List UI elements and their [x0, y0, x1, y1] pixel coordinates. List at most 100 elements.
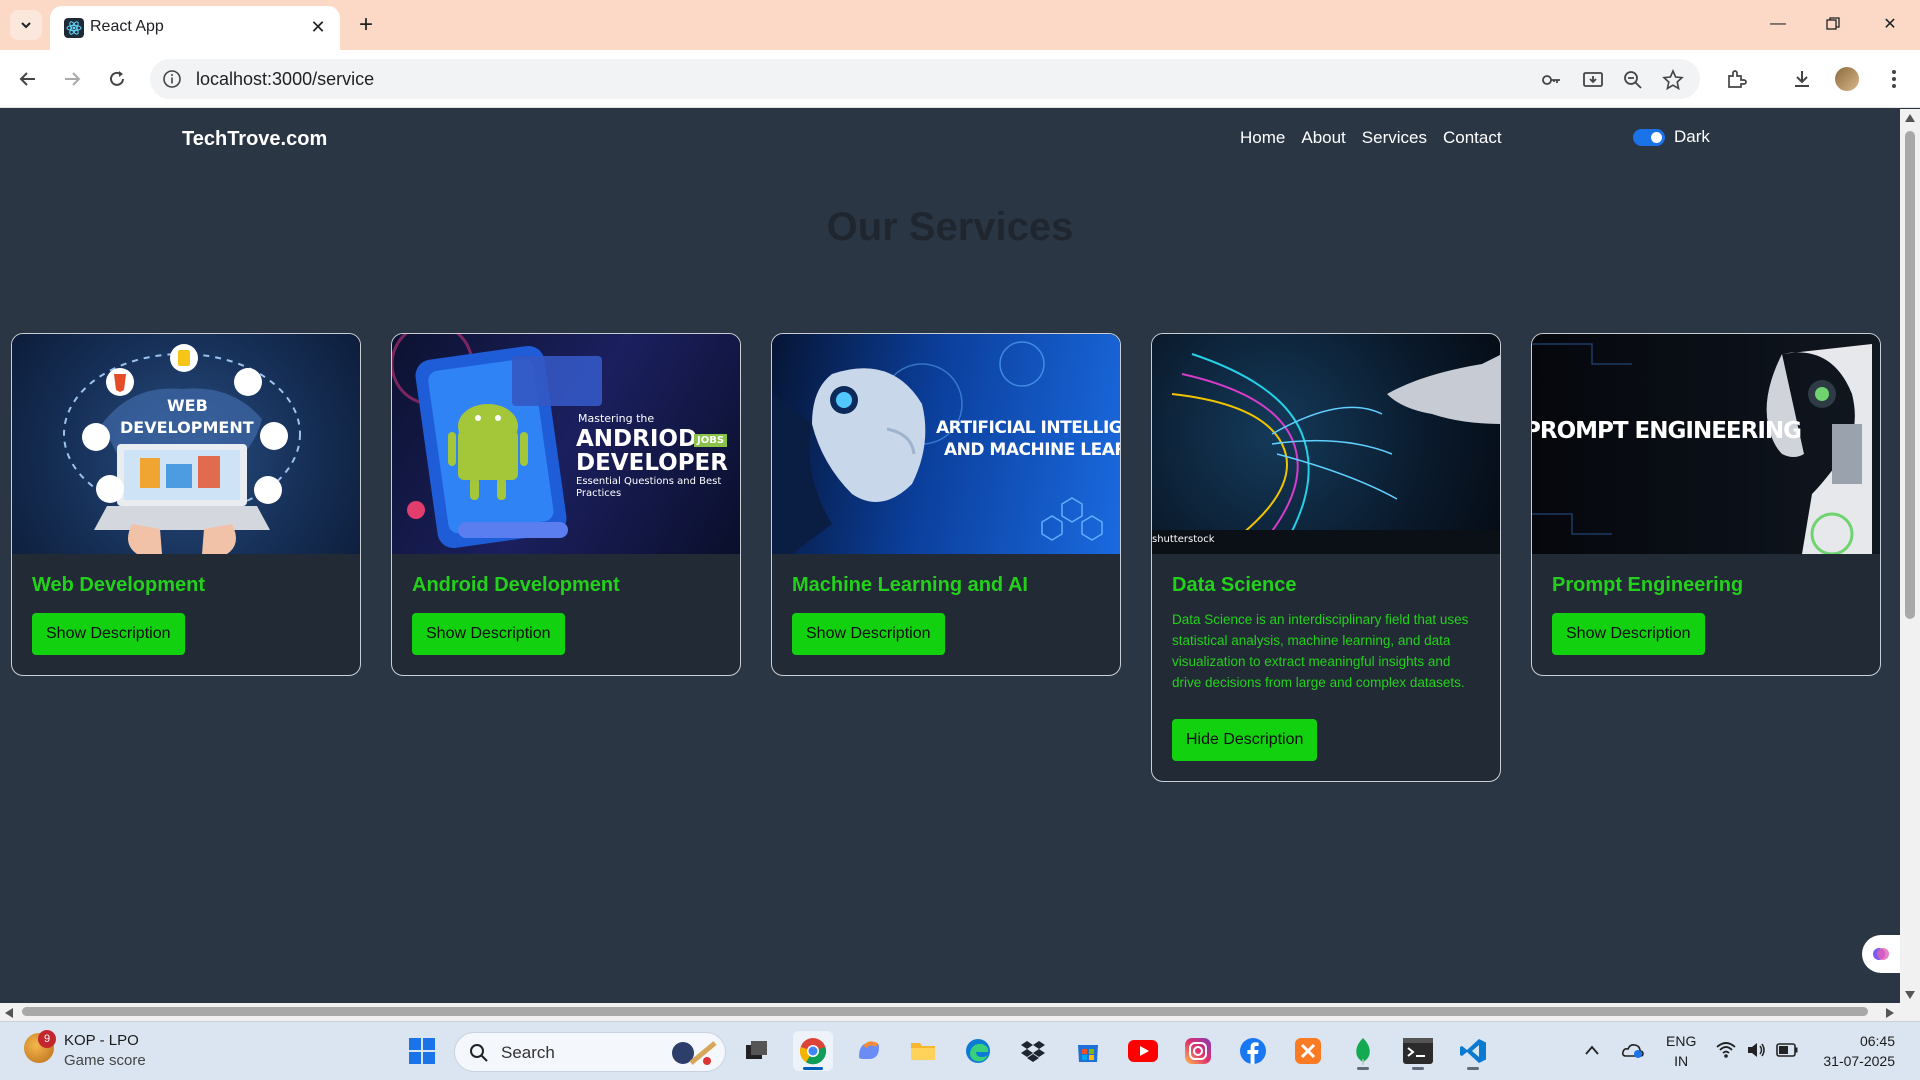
- forward-icon[interactable]: [56, 63, 88, 95]
- horizontal-scroll-thumb[interactable]: [22, 1007, 1868, 1016]
- close-window-icon[interactable]: ✕: [1870, 8, 1910, 40]
- copilot-icon[interactable]: [849, 1031, 889, 1071]
- android-image-text-1: Mastering the: [578, 412, 655, 425]
- bookmark-star-icon[interactable]: [1660, 67, 1686, 93]
- card-title: Web Development: [32, 574, 205, 596]
- chevron-up-icon[interactable]: [1584, 1044, 1600, 1056]
- service-card-android-development: Mastering the ANDRIOD JOBS DEVELOPER Ess…: [391, 333, 741, 676]
- widget-title[interactable]: KOP - LPO: [64, 1032, 139, 1049]
- vscode-icon[interactable]: [1453, 1031, 1493, 1071]
- site-info-icon[interactable]: [162, 69, 182, 89]
- search-icon: [470, 1044, 488, 1062]
- scroll-up-icon[interactable]: [1905, 114, 1915, 122]
- cricket-search-highlight-icon: [672, 1041, 717, 1065]
- site-nav: Home About Services Contact: [1240, 128, 1502, 148]
- web-image-text-2: DEVELOPMENT: [120, 418, 254, 437]
- reload-icon[interactable]: [101, 63, 133, 95]
- clock-time: 06:45: [1859, 1033, 1895, 1049]
- new-tab-button[interactable]: +: [352, 11, 380, 39]
- search-label: Search: [501, 1043, 555, 1062]
- notification-badge: 9: [38, 1030, 56, 1048]
- profile-avatar[interactable]: [1833, 65, 1861, 93]
- react-icon: [64, 18, 84, 38]
- scroll-right-icon[interactable]: [1886, 1008, 1894, 1018]
- address-bar[interactable]: localhost:3000/service: [150, 59, 1700, 99]
- nav-link-contact[interactable]: Contact: [1443, 128, 1502, 148]
- taskbar-search-box[interactable]: Search: [454, 1032, 726, 1072]
- chevron-down-icon: [21, 22, 31, 29]
- language-code: ENG: [1666, 1033, 1697, 1049]
- volume-icon[interactable]: [1746, 1041, 1766, 1059]
- language-indicator[interactable]: ENG IN: [1666, 1031, 1696, 1071]
- nav-link-home[interactable]: Home: [1240, 128, 1285, 148]
- vertical-scrollbar[interactable]: [1900, 109, 1920, 1021]
- dark-mode-toggle[interactable]: [1633, 129, 1665, 146]
- android-image-text-2: ANDRIOD: [576, 426, 698, 452]
- extensions-icon[interactable]: [1722, 65, 1750, 93]
- zoom-icon[interactable]: [1620, 67, 1646, 93]
- file-explorer-icon[interactable]: [903, 1031, 943, 1071]
- edge-icon[interactable]: [958, 1031, 998, 1071]
- tab-search-button[interactable]: [10, 10, 42, 40]
- prompt-image-text: PROMPT ENGINEERING: [1532, 418, 1802, 444]
- minimize-icon[interactable]: —: [1758, 8, 1798, 40]
- dropbox-icon[interactable]: [1013, 1031, 1053, 1071]
- install-app-icon[interactable]: [1580, 67, 1606, 93]
- menu-kebab-icon[interactable]: [1880, 65, 1908, 93]
- card-description: Data Science is an interdisciplinary fie…: [1172, 612, 1469, 690]
- url-text[interactable]: localhost:3000/service: [196, 69, 374, 90]
- mongodb-icon[interactable]: [1343, 1031, 1383, 1071]
- horizontal-scrollbar[interactable]: [0, 1003, 1900, 1021]
- copilot-sidebar-icon[interactable]: [1862, 935, 1900, 973]
- facebook-icon[interactable]: [1233, 1031, 1273, 1071]
- data-science-image-watermark: shutterstock: [1152, 534, 1215, 545]
- system-clock[interactable]: 06:45 31-07-2025: [1815, 1031, 1895, 1071]
- show-description-button[interactable]: Show Description: [792, 613, 945, 655]
- youtube-icon[interactable]: [1123, 1031, 1163, 1071]
- chrome-icon[interactable]: [793, 1031, 833, 1071]
- ml-image-text-1: ARTIFICIAL INTELLIGENCE: [936, 418, 1120, 438]
- xampp-icon[interactable]: [1288, 1031, 1328, 1071]
- site-brand[interactable]: TechTrove.com: [182, 128, 327, 151]
- show-description-button[interactable]: Show Description: [32, 613, 185, 655]
- onedrive-cloud-icon[interactable]: [1622, 1040, 1644, 1060]
- downloads-icon[interactable]: [1788, 65, 1816, 93]
- restore-icon[interactable]: [1813, 8, 1853, 40]
- start-icon[interactable]: [402, 1031, 442, 1071]
- show-description-button[interactable]: Show Description: [412, 613, 565, 655]
- browser-toolbar: localhost:3000/service: [0, 50, 1920, 108]
- card-title: Prompt Engineering: [1552, 574, 1744, 596]
- nav-link-services[interactable]: Services: [1362, 128, 1427, 148]
- task-view-icon[interactable]: [736, 1031, 776, 1071]
- windows-taskbar: 9 KOP - LPO Game score Search ENG IN 06:…: [0, 1021, 1920, 1080]
- battery-icon[interactable]: [1776, 1043, 1798, 1057]
- show-description-button[interactable]: Show Description: [1552, 613, 1705, 655]
- card-title: Android Development: [412, 574, 620, 596]
- password-key-icon[interactable]: [1538, 67, 1564, 93]
- terminal-icon[interactable]: [1398, 1031, 1438, 1071]
- hide-description-button[interactable]: Hide Description: [1172, 719, 1318, 761]
- service-card-web-development: WEB DEVELOPMENT Web Development Show Des…: [11, 333, 361, 676]
- service-card-machine-learning: ARTIFICIAL INTELLIGENCE AND MACHINE LEAR…: [771, 333, 1121, 676]
- browser-tabstrip: React App ✕ + — ✕: [0, 0, 1920, 50]
- close-tab-icon[interactable]: ✕: [308, 17, 328, 37]
- machine-learning-image: ARTIFICIAL INTELLIGENCE AND MACHINE LEAR…: [772, 334, 1120, 554]
- dark-mode-label: Dark: [1674, 127, 1710, 146]
- card-title: Data Science: [1172, 574, 1297, 596]
- android-image-text-3: DEVELOPER: [576, 450, 728, 476]
- widget-subtitle[interactable]: Game score: [64, 1052, 146, 1069]
- android-image-text-4: Essential Questions and Best: [576, 476, 722, 487]
- wifi-icon[interactable]: [1716, 1041, 1736, 1059]
- nav-link-about[interactable]: About: [1301, 128, 1345, 148]
- browser-tab[interactable]: React App ✕: [50, 6, 340, 50]
- data-science-image: shutterstock: [1152, 334, 1500, 554]
- vertical-scroll-thumb[interactable]: [1905, 131, 1915, 619]
- instagram-icon[interactable]: [1178, 1031, 1218, 1071]
- back-icon[interactable]: [12, 63, 44, 95]
- scroll-down-icon[interactable]: [1905, 991, 1915, 999]
- page-viewport: TechTrove.com Home About Services Contac…: [0, 109, 1900, 1004]
- microsoft-store-icon[interactable]: [1068, 1031, 1108, 1071]
- scroll-left-icon[interactable]: [5, 1008, 13, 1018]
- page-title: Our Services: [826, 205, 1074, 249]
- card-title: Machine Learning and AI: [792, 574, 1028, 596]
